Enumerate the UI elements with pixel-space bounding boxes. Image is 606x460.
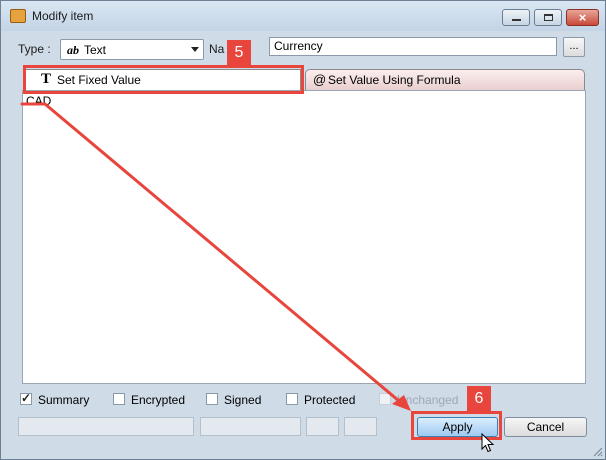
type-label: Type :: [18, 42, 51, 56]
name-label: Na: [209, 42, 225, 56]
step6-badge: 6: [467, 386, 491, 411]
window-title: Modify item: [32, 9, 94, 23]
text-type-icon: ab: [67, 43, 79, 57]
mouse-cursor-icon: [481, 433, 495, 453]
signed-label: Signed: [224, 393, 262, 407]
resize-grip-icon[interactable]: [591, 445, 603, 457]
browse-button[interactable]: ...: [563, 37, 585, 57]
formula-at-icon: @: [313, 72, 327, 87]
tab-set-value-using-formula[interactable]: @ Set Value Using Formula: [305, 69, 585, 90]
unchanged-label: Unchanged: [397, 393, 459, 407]
minimize-button[interactable]: [502, 9, 530, 26]
status-field-2: [200, 417, 301, 436]
unchanged-checkbox: [379, 393, 391, 405]
tab-label: Set Value Using Formula: [328, 73, 461, 87]
type-select-value: Text: [84, 43, 107, 57]
fixed-value-text: CAD: [26, 94, 52, 108]
step5-highlight: [23, 65, 304, 94]
summary-label: Summary: [38, 393, 90, 407]
encrypted-label: Encrypted: [131, 393, 186, 407]
protected-checkbox[interactable]: [286, 393, 298, 405]
maximize-icon: [544, 14, 553, 21]
encrypted-checkbox[interactable]: [113, 393, 125, 405]
fixed-value-editor[interactable]: CAD: [22, 90, 586, 384]
cancel-button[interactable]: Cancel: [504, 417, 587, 437]
step5-badge: 5: [227, 40, 251, 65]
signed-checkbox[interactable]: [206, 393, 218, 405]
name-input[interactable]: Currency: [269, 37, 557, 56]
close-button[interactable]: ×: [566, 9, 599, 26]
chevron-down-icon: [191, 47, 199, 52]
title-bar[interactable]: Modify item ×: [1, 1, 605, 31]
protected-label: Protected: [304, 393, 356, 407]
minimize-icon: [512, 19, 521, 21]
summary-checkbox[interactable]: [20, 391, 32, 405]
status-field-1: [18, 417, 194, 436]
status-field-3: [306, 417, 339, 436]
status-field-4: [344, 417, 377, 436]
type-select[interactable]: ab Text: [60, 39, 204, 60]
close-icon: ×: [578, 10, 587, 25]
maximize-button[interactable]: [534, 9, 562, 26]
app-icon: [10, 9, 26, 23]
